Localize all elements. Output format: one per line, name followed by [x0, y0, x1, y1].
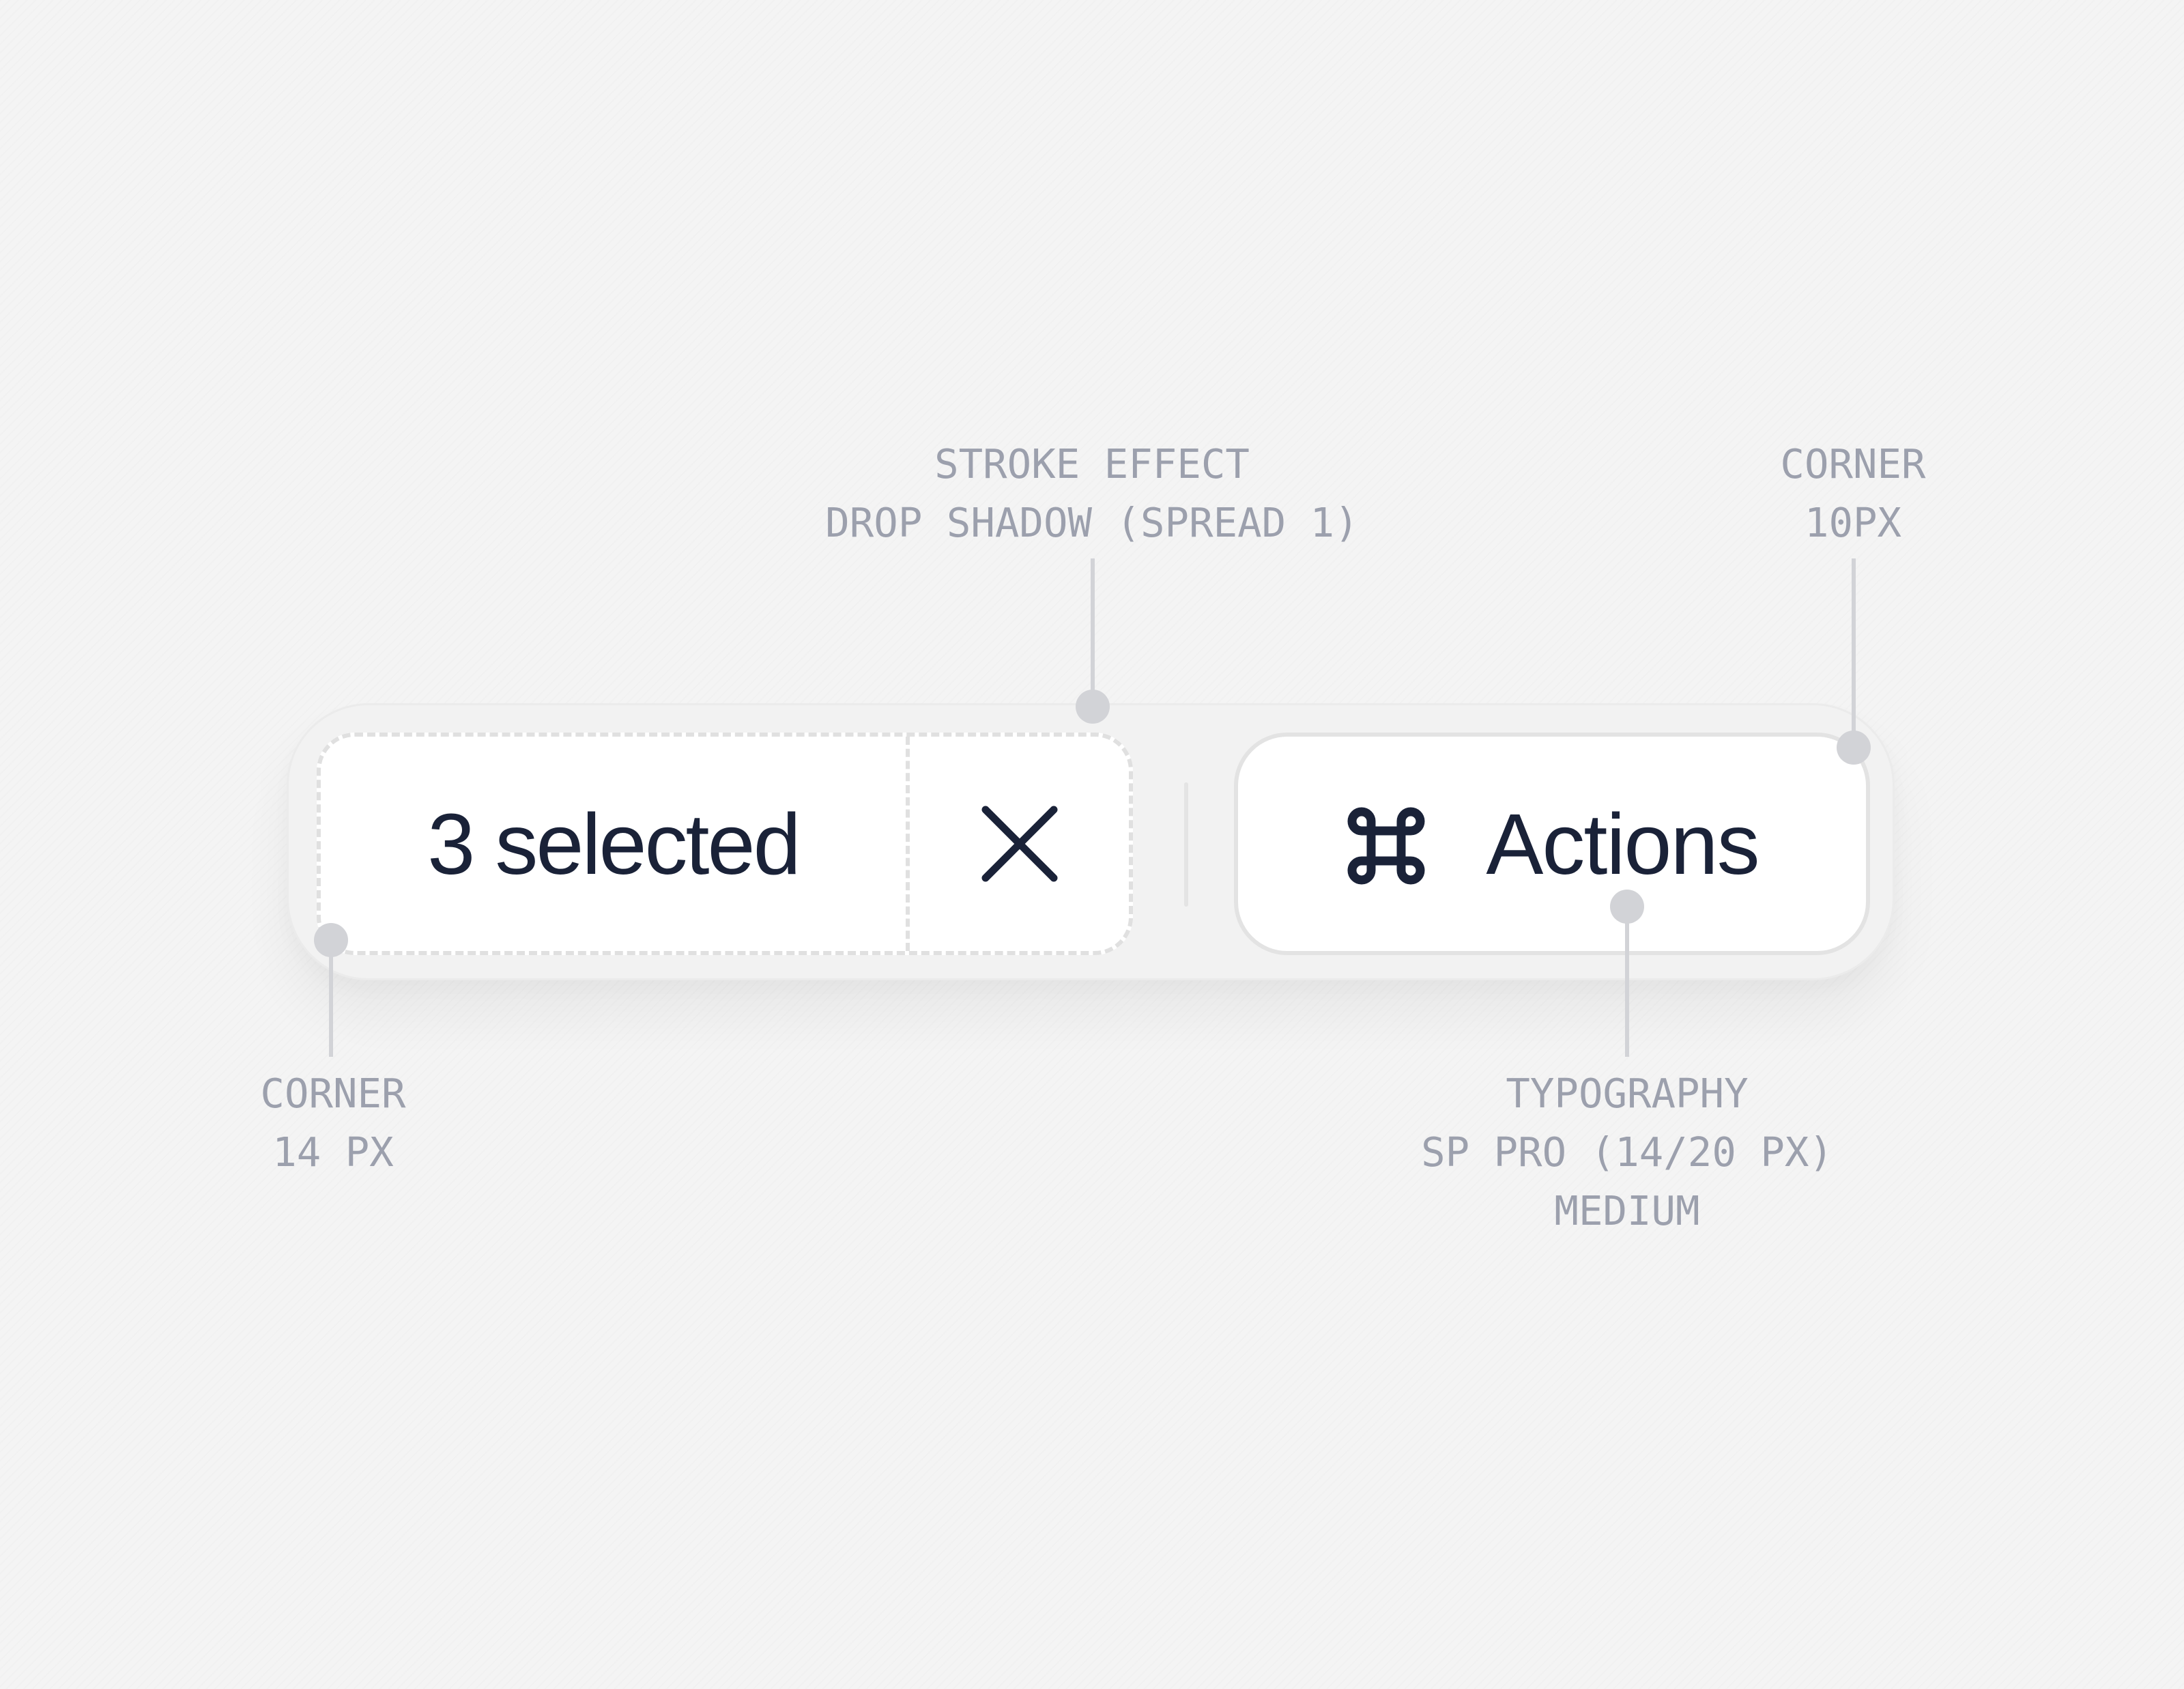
annotation-line: CORNER — [260, 1070, 406, 1117]
close-icon — [981, 806, 1057, 882]
typography-leader — [1625, 908, 1629, 1057]
corner-outer-annotation: CORNER 10PX — [1648, 435, 2058, 552]
typography-annotation: TYPOGRAPHY SP PRO (14/20 PX) MEDIUM — [1218, 1064, 2037, 1240]
actions-button-label: Actions — [1486, 795, 1759, 892]
stroke-effect-leader — [1091, 558, 1095, 709]
annotation-line: MEDIUM — [1554, 1187, 1700, 1234]
corner-outer-leader — [1852, 558, 1856, 750]
corner-outer-marker — [1837, 730, 1871, 765]
annotation-line: 14 PX — [272, 1129, 394, 1176]
annotation-line: SP PRO (14/20 PX) — [1421, 1129, 1833, 1176]
clear-selection-button[interactable] — [910, 737, 1129, 951]
corner-inner-leader — [329, 942, 333, 1057]
annotation-line: DROP SHADOW (SPREAD 1) — [825, 499, 1359, 546]
command-key-icon — [1345, 805, 1427, 887]
actions-button[interactable]: Actions — [1234, 733, 1870, 955]
annotation-line: CORNER — [1780, 440, 1926, 487]
stroke-effect-marker — [1076, 690, 1110, 724]
selection-group: 3 selected — [317, 733, 1133, 955]
annotation-line: 10PX — [1804, 499, 1902, 546]
selected-count-label: 3 selected — [427, 795, 801, 892]
toolbar-separator — [1184, 782, 1188, 907]
stroke-effect-annotation: STROKE EFFECT DROP SHADOW (SPREAD 1) — [682, 435, 1502, 552]
annotation-line: TYPOGRAPHY — [1506, 1070, 1749, 1117]
annotation-line: STROKE EFFECT — [934, 440, 1250, 487]
corner-inner-annotation: CORNER 14 PX — [128, 1064, 538, 1182]
